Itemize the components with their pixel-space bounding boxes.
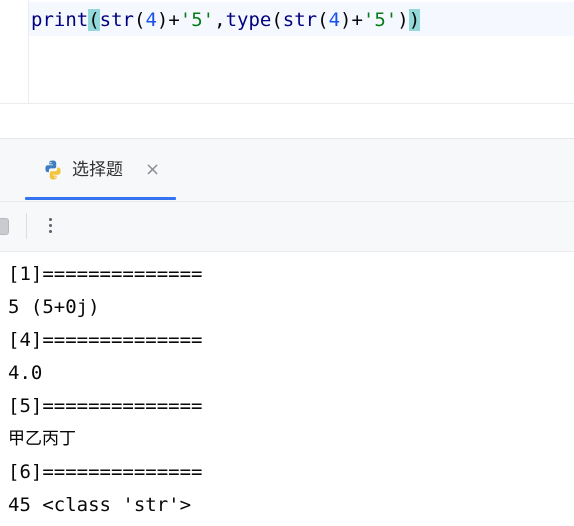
code-token: ) <box>397 9 409 31</box>
code-token: ( <box>88 9 100 31</box>
code-editor[interactable]: print(str(4)+'5',type(str(4)+'5')) <box>0 0 574 104</box>
code-token: ( <box>271 9 283 31</box>
console-line: 甲乙丙丁 <box>8 429 76 449</box>
stop-icon[interactable] <box>0 218 9 235</box>
code-token: , <box>214 9 226 31</box>
console-output[interactable]: [1]============== 5 (5+0j) [4]==========… <box>0 252 574 526</box>
run-toolbar <box>0 202 574 252</box>
close-icon[interactable]: × <box>145 158 160 182</box>
console-line: [1]============== <box>8 263 203 285</box>
code-token: str <box>282 9 318 31</box>
active-tab-indicator <box>25 197 176 200</box>
more-options-icon[interactable] <box>46 215 54 237</box>
code-token: '5' <box>179 9 215 31</box>
toolbar-divider <box>26 213 27 239</box>
python-icon <box>45 160 61 180</box>
code-token: '5' <box>362 9 398 31</box>
console-line: [5]============== <box>8 395 203 417</box>
console-line: 5 (5+0j) <box>8 296 100 318</box>
console-line: [6]============== <box>8 461 203 483</box>
code-token: 4 <box>328 9 341 31</box>
code-line[interactable]: print(str(4)+'5',type(str(4)+'5')) <box>31 6 421 34</box>
code-token: 4 <box>145 9 157 31</box>
code-token: ) <box>408 9 421 31</box>
panel-splitter[interactable] <box>0 104 574 139</box>
code-token: )+ <box>156 9 180 31</box>
console-line: 4.0 <box>8 362 43 384</box>
code-token: ( <box>317 9 329 31</box>
console-line: 45 <class 'str'> <box>8 494 192 516</box>
code-token: )+ <box>340 9 363 31</box>
code-token: ( <box>133 9 146 31</box>
code-token: str <box>99 9 134 31</box>
tab-label[interactable]: 选择题 <box>72 158 123 182</box>
console-line: [4]============== <box>8 329 203 351</box>
code-token: print <box>31 9 89 31</box>
code-token: type <box>225 9 272 31</box>
